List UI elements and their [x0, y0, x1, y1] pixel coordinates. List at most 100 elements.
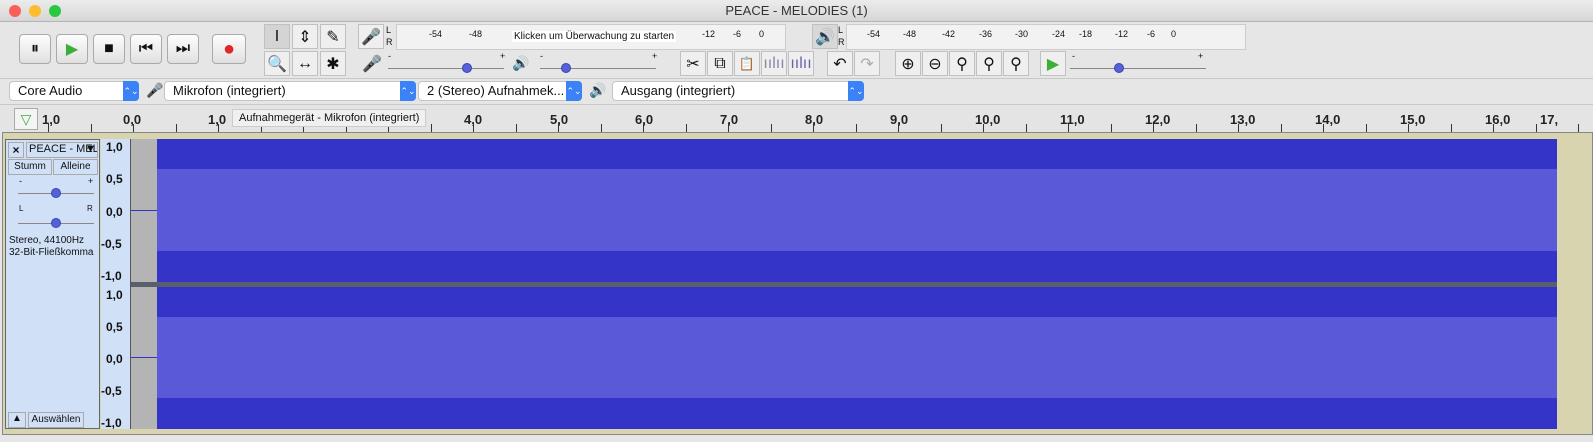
ruler-tick [1238, 124, 1239, 132]
record-volume-slider[interactable] [388, 60, 504, 74]
audio-host-select[interactable]: Core Audio ⌃⌄ [9, 81, 139, 101]
ruler-tick [600, 124, 602, 132]
close-window-button[interactable] [9, 5, 21, 17]
paste-button[interactable]: 📋 [734, 51, 760, 76]
ruler-tick [1025, 124, 1027, 132]
undo-button[interactable]: ↶ [827, 51, 853, 76]
amplitude-label: -1,0 [101, 416, 122, 430]
zoom-out-button[interactable]: ⊖ [922, 51, 948, 76]
ruler-tick [813, 124, 814, 132]
playback-volume-slider[interactable] [540, 60, 656, 74]
slider-thumb[interactable] [51, 188, 61, 198]
recording-channels-select[interactable]: 2 (Stereo) Aufnahmek... ⌃⌄ [418, 81, 582, 101]
playback-speed-slider[interactable] [1070, 60, 1206, 74]
slider-thumb[interactable] [462, 63, 473, 73]
meter-label-left: L [386, 25, 392, 35]
stop-button[interactable]: ■ [93, 34, 125, 64]
select-track-button[interactable]: Auswählen [28, 412, 84, 428]
meter-label-right: R [838, 37, 845, 47]
ruler-label: 17, [1540, 112, 1559, 127]
playback-meter[interactable]: -54 -48 -42 -36 -30 -24 -18 -12 -6 0 [846, 24, 1246, 50]
title-bar: PEACE - MELODIES (1) [0, 0, 1593, 22]
track-name-menu[interactable]: PEACE - MEL ▼ [26, 142, 98, 158]
ruler-label: 12,0 [1145, 112, 1171, 127]
meter-tick: -24 [1052, 29, 1066, 39]
ruler-tick [1535, 124, 1537, 132]
zoom-toggle-button[interactable]: ⚲ [1003, 51, 1029, 76]
zoom-tool[interactable]: 🔍 [264, 51, 290, 76]
timeline-options-button[interactable]: ▽ [14, 108, 38, 130]
slider-thumb[interactable] [561, 63, 572, 73]
pan-slider[interactable] [18, 215, 94, 229]
multi-tool[interactable]: ✱ [320, 51, 346, 76]
track-format: Stereo, 44100Hz [9, 235, 85, 246]
speaker-icon[interactable]: 🔊 [812, 24, 838, 49]
meter-tick: -48 [903, 29, 917, 39]
meter-tick: -6 [733, 29, 742, 39]
fit-selection-button[interactable]: ⚲ [949, 51, 975, 76]
ruler-tick [473, 124, 474, 132]
meter-tick: -12 [702, 29, 716, 39]
pause-button[interactable]: ⏸ [19, 34, 51, 64]
solo-button[interactable]: Alleine [53, 159, 98, 175]
slider-thumb[interactable] [51, 218, 61, 228]
recording-device-select[interactable]: Mikrofon (integriert) ⌃⌄ [164, 81, 416, 101]
audio-host-value: Core Audio [18, 83, 83, 98]
redo-button[interactable]: ↷ [854, 51, 880, 76]
meter-label-left: L [838, 25, 844, 35]
play-button[interactable]: ▶ [56, 34, 88, 64]
monitoring-prompt[interactable]: Klicken um Überwachung zu starten [512, 31, 677, 42]
amplitude-label: -1,0 [101, 269, 122, 283]
track-close-button[interactable]: × [8, 142, 24, 158]
ruler-tick [1408, 124, 1409, 132]
mute-button[interactable]: Stumm [8, 159, 52, 175]
draw-tool[interactable]: ✎ [320, 24, 346, 49]
trim-button[interactable]: ıılıı [761, 51, 787, 76]
gain-slider[interactable] [18, 185, 94, 199]
time-shift-tool[interactable]: ↔ [292, 51, 318, 76]
amplitude-label: 0,0 [106, 204, 123, 219]
ruler-tick [48, 124, 49, 132]
rms-region [157, 169, 1557, 251]
collapse-track-button[interactable]: ▲ [8, 412, 26, 428]
fit-project-button[interactable]: ⚲ [976, 51, 1002, 76]
ruler-label: 15,0 [1400, 112, 1426, 127]
meter-tick: -54 [429, 29, 443, 39]
ruler-tick [1450, 124, 1452, 132]
meter-tick: 0 [759, 29, 765, 39]
ruler-label: 9,0 [890, 112, 909, 127]
ruler-tick [770, 124, 772, 132]
cut-button[interactable]: ✂ [680, 51, 706, 76]
envelope-tool[interactable]: ⇕ [292, 24, 318, 49]
speaker-icon: 🔊 [589, 82, 607, 98]
record-button[interactable]: ● [212, 34, 246, 64]
waveform-left-channel[interactable] [157, 139, 1557, 282]
selection-tool[interactable]: I [264, 24, 290, 49]
zoom-window-button[interactable] [49, 5, 61, 17]
minimize-window-button[interactable] [29, 5, 41, 17]
record-meter[interactable]: -54 -48 Klicken um Überwachung zu starte… [396, 24, 786, 50]
waveform-right-channel[interactable] [157, 287, 1557, 429]
amplitude-label: 0,5 [106, 320, 123, 334]
zoom-in-button[interactable]: ⊕ [895, 51, 921, 76]
ruler-tick [1110, 124, 1112, 132]
skip-to-start-button[interactable]: ⏮ [130, 34, 162, 64]
ruler-tick [643, 124, 644, 132]
copy-button[interactable]: ⧉ [707, 51, 733, 76]
silence-button[interactable]: ıılıı [788, 51, 814, 76]
ruler-tick [1195, 124, 1197, 132]
ruler-label: 7,0 [720, 112, 739, 127]
ruler-tick [558, 124, 559, 132]
meter-tick: -54 [867, 29, 881, 39]
skip-to-end-button[interactable]: ⏭ [167, 34, 199, 64]
play-at-speed-button[interactable]: ▶ [1040, 51, 1066, 76]
meter-tick: -42 [942, 29, 956, 39]
divider [0, 78, 1593, 79]
slider-thumb[interactable] [1114, 63, 1125, 73]
meter-tick: -12 [1115, 29, 1129, 39]
microphone-icon[interactable]: 🎤 [358, 24, 384, 49]
ruler-tick [1365, 124, 1367, 132]
ruler-label: 8,0 [805, 112, 824, 127]
ruler-tick [1153, 124, 1154, 132]
playback-device-select[interactable]: Ausgang (integriert) ⌃⌄ [612, 81, 864, 101]
